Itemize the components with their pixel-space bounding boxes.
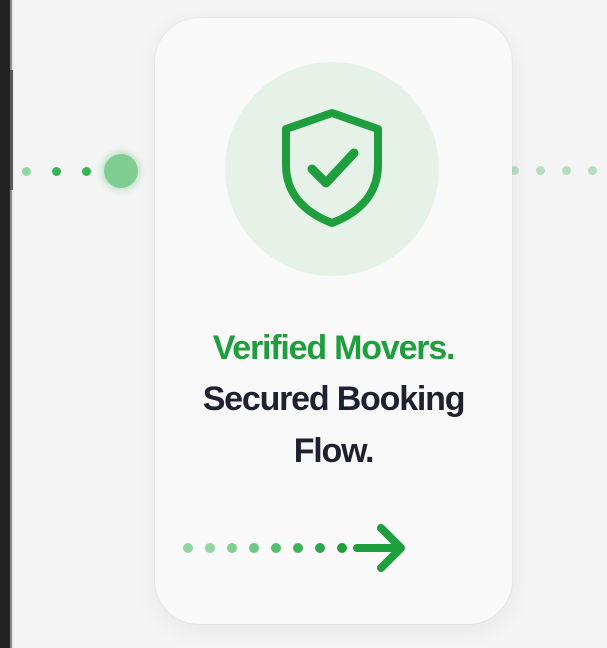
trail-dot (249, 543, 259, 553)
shield-check-icon (282, 109, 382, 227)
progress-dot (588, 166, 597, 175)
trail-dot (205, 543, 215, 553)
trail-dot (183, 543, 193, 553)
headline-verified: Verified Movers. (212, 329, 456, 367)
trail-dot (337, 543, 347, 553)
progress-dot (536, 166, 545, 175)
progress-dot-active (104, 154, 138, 188)
trail-dot (227, 543, 237, 553)
trail-dot (293, 543, 303, 553)
progress-dot (82, 166, 91, 176)
device-frame-edge (0, 0, 14, 648)
progress-dot (22, 166, 31, 176)
shield-badge (225, 62, 439, 276)
headline-secured: Secured Booking (202, 380, 466, 418)
progress-dots-left (22, 154, 138, 188)
progress-dots-right (510, 166, 597, 175)
trail-dot (315, 543, 325, 553)
progress-dot (562, 166, 571, 175)
side-button (10, 70, 13, 190)
next-control[interactable] (183, 522, 409, 574)
trail-dot (271, 543, 281, 553)
progress-dot (52, 166, 61, 176)
arrow-right-icon[interactable] (353, 522, 409, 574)
headline-flow: Flow. (293, 432, 375, 470)
